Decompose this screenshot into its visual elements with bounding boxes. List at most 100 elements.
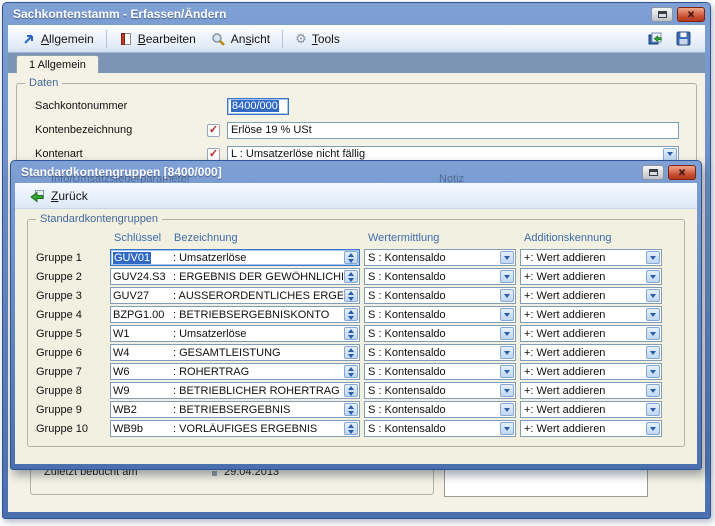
additionskennung-select[interactable]: +: Wert addieren — [520, 344, 662, 361]
bezeichnung-value[interactable]: : BETRIEBLICHER ROHERTRAG — [173, 385, 343, 397]
dialog-titlebar[interactable]: Standardkontengruppen [8400/000] Info/Um… — [11, 161, 701, 183]
spinner-up-icon[interactable] — [348, 405, 354, 409]
dropdown-arrow-icon[interactable] — [646, 270, 660, 283]
schluessel-value[interactable]: GUV27 — [111, 290, 173, 302]
schluessel-value[interactable]: W6 — [111, 366, 173, 378]
wertermittlung-select[interactable]: S : Kontensaldo — [364, 249, 516, 266]
spinner-down-icon[interactable] — [348, 335, 354, 339]
schluessel-bezeichnung-field[interactable]: GUV24.S3 : ERGEBNIS DER GEWÖHNLICHEN GES — [110, 268, 360, 285]
spinner-down-icon[interactable] — [348, 278, 354, 282]
spinner-down-icon[interactable] — [348, 316, 354, 320]
schluessel-value[interactable]: WB9b — [111, 423, 173, 435]
bezeichnung-value[interactable]: : BETRIEBSERGEBNIS — [173, 404, 343, 416]
schluessel-bezeichnung-field[interactable]: WB2 : BETRIEBSERGEBNIS — [110, 401, 360, 418]
additionskennung-select[interactable]: +: Wert addieren — [520, 268, 662, 285]
wertermittlung-select[interactable]: S : Kontensaldo — [364, 363, 516, 380]
dropdown-arrow-icon[interactable] — [646, 346, 660, 359]
wertermittlung-select[interactable]: S : Kontensaldo — [364, 287, 516, 304]
menu-item-tools[interactable]: ⚙ Tools — [289, 30, 346, 48]
wertermittlung-select[interactable]: S : Kontensaldo — [364, 401, 516, 418]
close-button[interactable]: × — [677, 7, 705, 22]
spinner-up-icon[interactable] — [348, 386, 354, 390]
spinner-control[interactable] — [344, 308, 358, 321]
spinner-down-icon[interactable] — [348, 411, 354, 415]
spinner-control[interactable] — [344, 384, 358, 397]
additionskennung-select[interactable]: +: Wert addieren — [520, 287, 662, 304]
menu-item-allgemein[interactable]: Allgemein — [16, 30, 100, 48]
schluessel-bezeichnung-field[interactable]: W1 : Umsatzerlöse — [110, 325, 360, 342]
spinner-down-icon[interactable] — [348, 373, 354, 377]
bezeichnung-value[interactable]: : GESAMTLEISTUNG — [173, 347, 343, 359]
schluessel-value[interactable]: W4 — [111, 347, 173, 359]
spinner-down-icon[interactable] — [348, 392, 354, 396]
schluessel-bezeichnung-field[interactable]: GUV27 : AUSSERORDENTLICHES ERGEBNIS — [110, 287, 360, 304]
spinner-control[interactable] — [344, 422, 358, 435]
dropdown-arrow-icon[interactable] — [500, 384, 514, 397]
spinner-up-icon[interactable] — [348, 291, 354, 295]
schluessel-value[interactable]: GUV24.S3 — [111, 271, 173, 283]
restore-button[interactable] — [651, 7, 673, 22]
main-titlebar[interactable]: Sachkontenstamm - Erfassen/Ändern × — [3, 3, 710, 25]
spinner-down-icon[interactable] — [348, 354, 354, 358]
wertermittlung-select[interactable]: S : Kontensaldo — [364, 268, 516, 285]
spinner-control[interactable] — [344, 403, 358, 416]
spinner-control[interactable] — [344, 346, 358, 359]
schluessel-value[interactable]: W9 — [111, 385, 173, 397]
zurueck-button[interactable]: Zurück — [23, 187, 94, 205]
spinner-up-icon[interactable] — [348, 348, 354, 352]
dropdown-arrow-icon[interactable] — [500, 327, 514, 340]
bezeichnung-value[interactable]: : BETRIEBSERGEBNISKONTO — [173, 309, 343, 321]
wertermittlung-select[interactable]: S : Kontensaldo — [364, 344, 516, 361]
bezeichnung-value[interactable]: : Umsatzerlöse — [173, 252, 343, 264]
spinner-control[interactable] — [344, 251, 358, 264]
additionskennung-select[interactable]: +: Wert addieren — [520, 420, 662, 437]
dropdown-arrow-icon[interactable] — [500, 308, 514, 321]
spinner-down-icon[interactable] — [348, 259, 354, 263]
spinner-up-icon[interactable] — [348, 329, 354, 333]
wertermittlung-select[interactable]: S : Kontensaldo — [364, 325, 516, 342]
wertermittlung-select[interactable]: S : Kontensaldo — [364, 306, 516, 323]
dropdown-arrow-icon[interactable] — [500, 251, 514, 264]
dropdown-arrow-icon[interactable] — [500, 289, 514, 302]
spinner-up-icon[interactable] — [348, 310, 354, 314]
additionskennung-select[interactable]: +: Wert addieren — [520, 382, 662, 399]
save-icon[interactable] — [676, 31, 691, 46]
red-check-icon[interactable]: ✓ — [207, 148, 220, 161]
spinner-down-icon[interactable] — [348, 297, 354, 301]
spinner-control[interactable] — [344, 365, 358, 378]
dropdown-arrow-icon[interactable] — [500, 270, 514, 283]
additionskennung-select[interactable]: +: Wert addieren — [520, 325, 662, 342]
bezeichnung-value[interactable]: : ERGEBNIS DER GEWÖHNLICHEN GES — [173, 271, 343, 283]
dropdown-arrow-icon[interactable] — [646, 365, 660, 378]
dropdown-arrow-icon[interactable] — [646, 422, 660, 435]
additionskennung-select[interactable]: +: Wert addieren — [520, 363, 662, 380]
dropdown-arrow-icon[interactable] — [646, 308, 660, 321]
schluessel-bezeichnung-field[interactable]: W4 : GESAMTLEISTUNG — [110, 344, 360, 361]
bezeichnung-value[interactable]: : AUSSERORDENTLICHES ERGEBNIS — [173, 290, 343, 302]
dropdown-arrow-icon[interactable] — [646, 384, 660, 397]
schluessel-value[interactable]: WB2 — [111, 404, 173, 416]
additionskennung-select[interactable]: +: Wert addieren — [520, 249, 662, 266]
dropdown-arrow-icon[interactable] — [500, 365, 514, 378]
wertermittlung-select[interactable]: S : Kontensaldo — [364, 420, 516, 437]
bezeichnung-value[interactable]: : ROHERTRAG — [173, 366, 343, 378]
schluessel-value[interactable]: GUV01 — [111, 252, 173, 264]
schluessel-bezeichnung-field[interactable]: W9 : BETRIEBLICHER ROHERTRAG — [110, 382, 360, 399]
book-icon[interactable] — [648, 31, 664, 46]
menu-item-ansicht[interactable]: Ansicht — [205, 30, 276, 48]
spinner-control[interactable] — [344, 289, 358, 302]
dialog-close-button[interactable]: × — [668, 165, 696, 180]
spinner-down-icon[interactable] — [348, 430, 354, 434]
schluessel-value[interactable]: W1 — [111, 328, 173, 340]
red-check-icon[interactable]: ✓ — [207, 124, 220, 137]
spinner-up-icon[interactable] — [348, 367, 354, 371]
dropdown-arrow-icon[interactable] — [646, 327, 660, 340]
schluessel-bezeichnung-field[interactable]: GUV01 : Umsatzerlöse — [110, 249, 360, 266]
kontenbezeichnung-input[interactable]: Erlöse 19 % USt — [227, 122, 679, 139]
dropdown-arrow-icon[interactable] — [500, 422, 514, 435]
tab-allgemein[interactable]: 1 Allgemein — [16, 55, 99, 74]
spinner-up-icon[interactable] — [348, 424, 354, 428]
sachkontonummer-input[interactable]: 8400/000 — [227, 98, 289, 115]
spinner-control[interactable] — [344, 270, 358, 283]
schluessel-value[interactable]: BZPG1.00 — [111, 309, 173, 321]
